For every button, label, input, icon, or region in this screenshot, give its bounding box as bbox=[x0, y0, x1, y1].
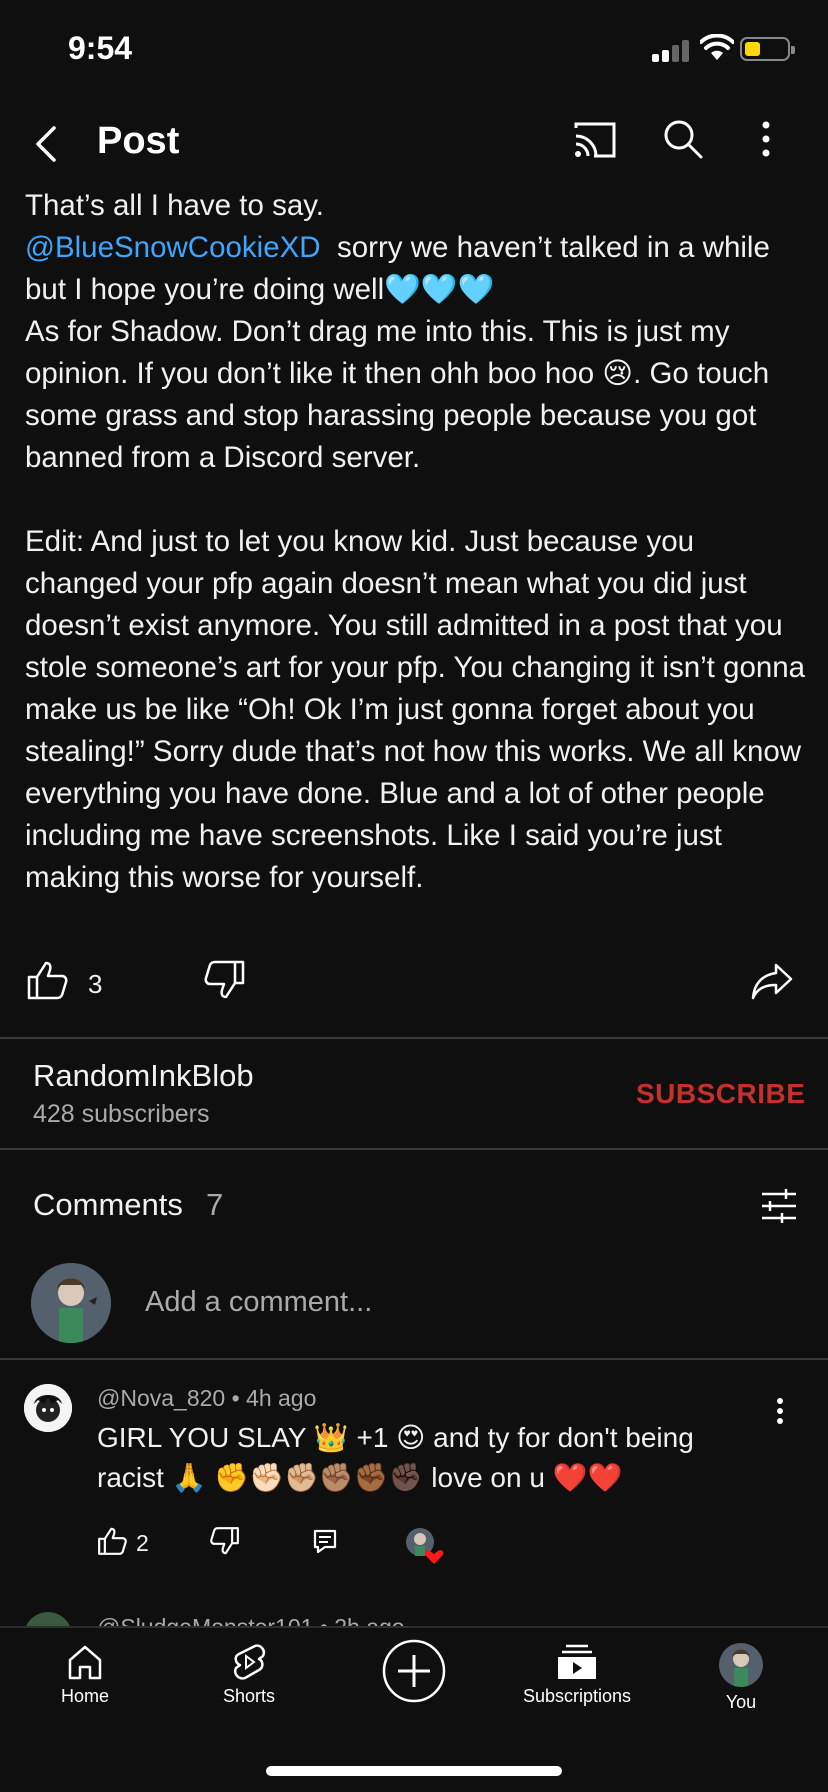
add-comment-input[interactable]: Add a comment... bbox=[145, 1286, 372, 1319]
cast-icon[interactable] bbox=[572, 120, 618, 160]
create-icon bbox=[382, 1639, 446, 1703]
post-text-body: sorry we haven’t talked in a while but I… bbox=[25, 231, 806, 894]
nav-create[interactable] bbox=[334, 1638, 494, 1704]
comment-dislike-icon[interactable] bbox=[210, 1526, 240, 1556]
avatar bbox=[719, 1643, 763, 1687]
nav-shorts[interactable]: Shorts bbox=[169, 1642, 329, 1707]
nav-shorts-label: Shorts bbox=[222, 1686, 276, 1706]
signal-icon bbox=[652, 38, 692, 62]
sort-filter-icon[interactable] bbox=[760, 1188, 798, 1224]
divider bbox=[0, 1037, 828, 1039]
home-indicator bbox=[266, 1766, 562, 1776]
comment-text: GIRL YOU SLAY 👑 +1 😍 and ty for don't be… bbox=[97, 1422, 694, 1493]
page-title: Post bbox=[97, 120, 180, 162]
reply-icon[interactable] bbox=[312, 1528, 338, 1554]
comment-like-icon[interactable] bbox=[97, 1526, 127, 1556]
subscribe-button[interactable]: SUBSCRIBE bbox=[636, 1078, 805, 1110]
nav-subscriptions[interactable]: Subscriptions bbox=[497, 1642, 657, 1707]
battery-icon bbox=[740, 37, 795, 61]
shorts-icon bbox=[234, 1644, 265, 1680]
wifi-icon bbox=[700, 34, 734, 60]
post-text-intro: That’s all I have to say. bbox=[25, 189, 324, 222]
post-actions: 3 bbox=[0, 955, 828, 1025]
nav-you-label: You bbox=[725, 1692, 757, 1712]
search-icon[interactable] bbox=[662, 118, 704, 160]
commenter-avatar[interactable] bbox=[24, 1384, 72, 1432]
nav-you[interactable]: You bbox=[661, 1642, 821, 1713]
status-bar: 9:54 bbox=[0, 0, 828, 100]
comment-like-count: 2 bbox=[136, 1530, 149, 1556]
nav-home-label: Home bbox=[60, 1686, 109, 1706]
like-icon[interactable] bbox=[26, 959, 68, 1001]
like-count: 3 bbox=[88, 969, 103, 999]
comments-title[interactable]: Comments bbox=[33, 1187, 183, 1223]
comments-count: 7 bbox=[206, 1187, 224, 1222]
comment-meta: @Nova_820 • 4h ago bbox=[97, 1385, 317, 1411]
share-icon[interactable] bbox=[750, 961, 794, 1001]
divider bbox=[0, 1358, 828, 1360]
subscriptions-icon bbox=[558, 1644, 596, 1679]
post-text: That’s all I have to say. @BlueSnowCooki… bbox=[25, 185, 810, 899]
user-avatar[interactable] bbox=[31, 1263, 111, 1343]
more-options-icon[interactable] bbox=[760, 118, 772, 160]
status-time: 9:54 bbox=[68, 30, 133, 66]
mention-link[interactable]: @BlueSnowCookieXD bbox=[25, 231, 321, 264]
divider bbox=[0, 1148, 828, 1150]
creator-heart-icon bbox=[404, 1526, 444, 1566]
channel-subscriber-count: 428 subscribers bbox=[33, 1100, 210, 1128]
top-bar: Post bbox=[0, 100, 828, 190]
channel-name[interactable]: RandomInkBlob bbox=[33, 1058, 254, 1094]
back-arrow-icon[interactable] bbox=[28, 120, 68, 168]
home-icon bbox=[68, 1645, 102, 1680]
dislike-icon[interactable] bbox=[204, 959, 246, 1001]
nav-home[interactable]: Home bbox=[5, 1642, 165, 1707]
comment-more-icon[interactable] bbox=[775, 1396, 785, 1426]
nav-subscriptions-label: Subscriptions bbox=[522, 1686, 632, 1706]
